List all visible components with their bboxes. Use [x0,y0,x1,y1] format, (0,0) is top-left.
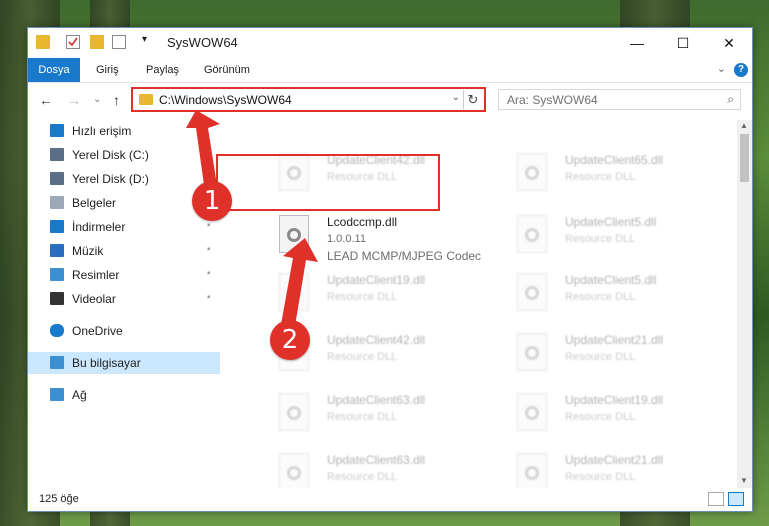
callout-step-1: 1 [192,181,232,221]
arrow-to-address-bar [186,110,220,192]
callout-step-2: 2 [270,320,310,360]
annotation-arrows [186,110,318,332]
arrow-to-file [280,238,318,332]
